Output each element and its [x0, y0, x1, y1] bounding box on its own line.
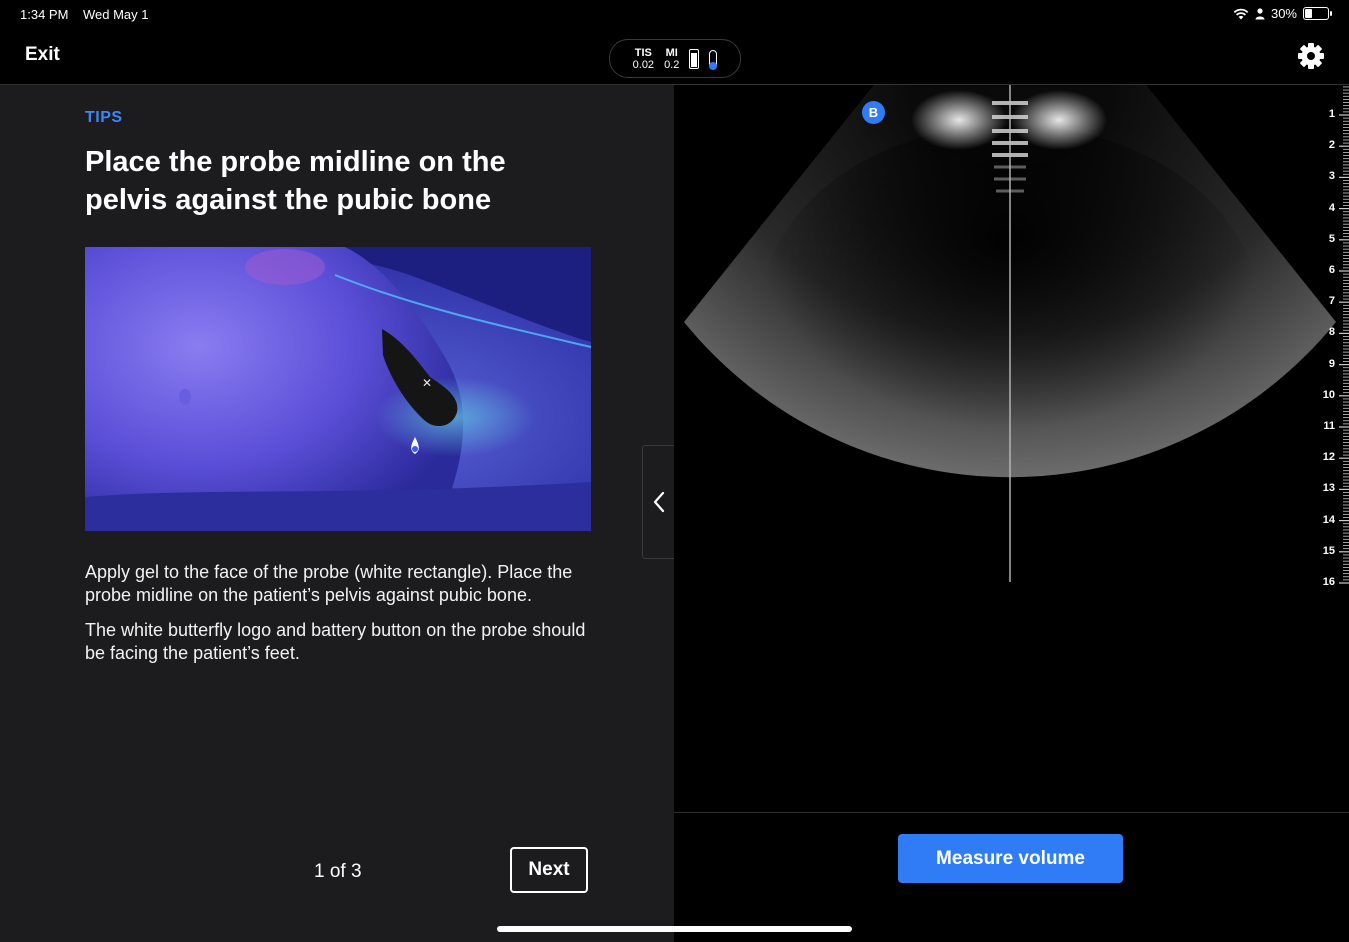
- thermometer-icon: [709, 49, 718, 70]
- tip-title: Place the probe midline on the pelvis ag…: [85, 146, 506, 216]
- tis-value: 0.02: [632, 58, 655, 71]
- top-bar: Exit TIS 0.02 MI 0.2: [0, 28, 1349, 85]
- home-indicator[interactable]: [497, 926, 852, 932]
- depth-label: 3: [1328, 170, 1335, 183]
- person-icon: [1255, 7, 1265, 19]
- svg-text:✕: ✕: [422, 376, 432, 390]
- mi-label: MI: [665, 46, 678, 59]
- probe-placement-illustration: ✕: [85, 247, 591, 531]
- depth-label: 4: [1328, 201, 1335, 214]
- depth-label: 11: [1323, 420, 1335, 432]
- depth-label: 2: [1328, 139, 1335, 152]
- depth-label: 5: [1328, 232, 1335, 245]
- acoustic-output-indicator: TIS 0.02 MI 0.2: [609, 39, 741, 78]
- depth-label: 8: [1328, 326, 1335, 339]
- gear-icon[interactable]: [1297, 42, 1325, 70]
- tis-metric: TIS 0.02: [633, 47, 654, 71]
- mi-metric: MI 0.2: [664, 47, 679, 71]
- tis-label: TIS: [634, 46, 652, 59]
- depth-label: 15: [1322, 544, 1335, 557]
- depth-label: 7: [1328, 295, 1335, 308]
- wifi-icon: [1233, 8, 1249, 19]
- chevron-left-icon: [653, 491, 665, 513]
- status-right: 30%: [1233, 6, 1332, 21]
- battery-icon: [1303, 7, 1332, 20]
- next-button[interactable]: Next: [510, 847, 588, 893]
- battery-percent: 30%: [1270, 6, 1297, 21]
- depth-ruler: 1 2 3 4 5 6 7 8 9 10 11 12 13 14 15 16: [1309, 85, 1349, 645]
- probe-battery-icon: [689, 48, 700, 69]
- depth-label: 9: [1328, 357, 1335, 370]
- depth-label: 1: [1328, 108, 1335, 120]
- depth-label: 6: [1328, 264, 1335, 276]
- scan-divider: [674, 812, 1349, 813]
- depth-label: 13: [1322, 482, 1335, 495]
- depth-label: 10: [1322, 388, 1335, 401]
- mi-value: 0.2: [664, 58, 680, 71]
- tip-description: Apply gel to the face of the probe (whit…: [85, 561, 595, 677]
- status-time: 1:34 PM: [20, 7, 69, 22]
- measure-volume-button[interactable]: Measure volume: [898, 834, 1123, 883]
- depth-label: 16: [1322, 576, 1335, 588]
- collapse-panel-button[interactable]: [642, 445, 675, 559]
- depth-label: 12: [1322, 451, 1335, 464]
- page-indicator: 1 of 3: [314, 861, 362, 882]
- status-bar: 1:34 PM Wed May 1 30%: [0, 0, 1349, 28]
- tips-panel: TIPS Place the probe midline on the pelv…: [0, 85, 674, 942]
- b-mode-badge: B: [862, 101, 885, 124]
- tip-paragraph-2: The white butterfly logo and battery but…: [85, 620, 586, 663]
- status-date: Wed May 1: [83, 7, 149, 22]
- tips-label: TIPS: [85, 109, 123, 126]
- ultrasound-image[interactable]: [674, 85, 1349, 813]
- depth-label: 14: [1322, 513, 1335, 526]
- tip-paragraph-1: Apply gel to the face of the probe (whit…: [85, 562, 573, 605]
- exit-button[interactable]: Exit: [25, 44, 60, 66]
